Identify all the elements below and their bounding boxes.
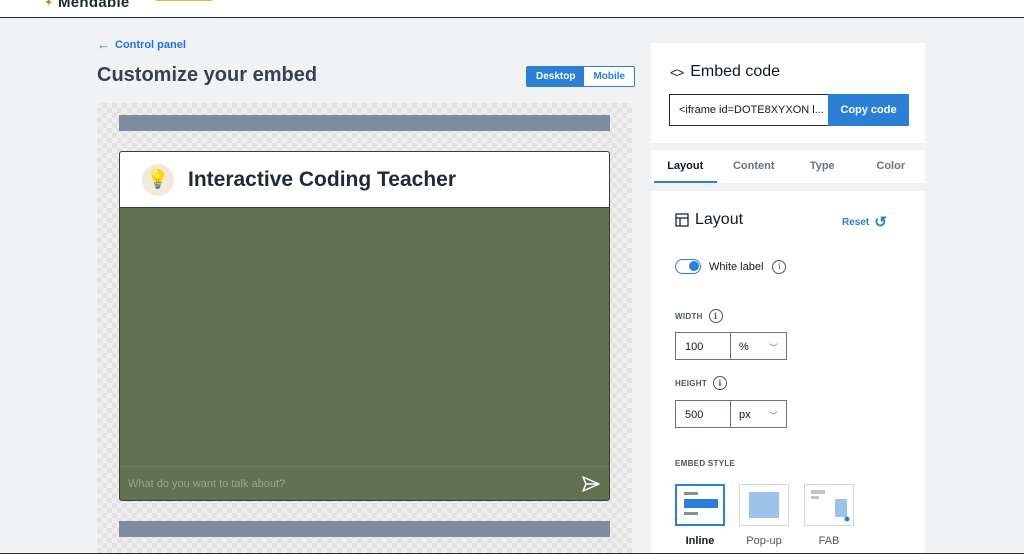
- info-icon[interactable]: i: [713, 376, 728, 390]
- chevron-down-icon: ﹀: [768, 343, 778, 353]
- chat-input-placeholder[interactable]: What do you want to talk about?: [128, 478, 581, 490]
- chevron-down-icon: ﹀: [768, 411, 778, 421]
- send-icon[interactable]: [581, 474, 601, 494]
- chat-header: 💡 Interactive Coding Teacher: [120, 152, 609, 208]
- brand-name[interactable]: Mendable: [58, 0, 130, 11]
- lightbulb-avatar-icon: 💡: [142, 163, 174, 196]
- embed-style-inline-option[interactable]: [675, 484, 725, 526]
- embed-style-popup-option[interactable]: [739, 484, 789, 526]
- chat-title: Interactive Coding Teacher: [188, 167, 457, 191]
- height-unit-value: px: [739, 409, 751, 421]
- height-unit-select[interactable]: px ﹀: [731, 401, 786, 427]
- width-value-input[interactable]: 100: [676, 333, 731, 359]
- tab-color[interactable]: Color: [857, 150, 926, 183]
- reset-label: Reset: [842, 216, 870, 228]
- layout-settings-card: Layout Reset ↺ White label i WIDTH i 100…: [651, 191, 925, 554]
- copy-code-button[interactable]: Copy code: [828, 94, 909, 126]
- white-label-toggle[interactable]: [675, 259, 701, 274]
- height-label: HEIGHT i: [675, 376, 728, 390]
- height-value-input[interactable]: 500: [676, 401, 731, 427]
- fab-caption: FAB: [818, 535, 840, 547]
- width-input-group: 100 % ﹀: [675, 332, 787, 360]
- tab-type[interactable]: Type: [788, 150, 857, 183]
- embed-code-card: <> Embed code <iframe id=DOTE8XYXON l...…: [651, 43, 925, 143]
- layout-icon: [675, 213, 689, 227]
- fab-style-icon: [811, 490, 850, 522]
- back-to-control-panel-link[interactable]: ← Control panel: [97, 37, 186, 52]
- height-label-text: HEIGHT: [675, 378, 708, 388]
- page-title: Customize your embed: [97, 64, 318, 86]
- device-toggle: Desktop Mobile: [526, 66, 636, 87]
- width-label-text: WIDTH: [675, 311, 703, 321]
- width-unit-value: %: [739, 341, 749, 353]
- mobile-button[interactable]: Mobile: [584, 67, 635, 86]
- height-input-group: 500 px ﹀: [675, 400, 787, 428]
- chat-input-row[interactable]: What do you want to talk about?: [120, 466, 609, 500]
- brand-logo-icon: ✦: [44, 0, 54, 9]
- chat-widget-preview: 💡 Interactive Coding Teacher What do you…: [119, 151, 610, 501]
- white-label-row: White label i: [675, 259, 787, 274]
- code-brackets-icon: <>: [670, 64, 684, 80]
- layout-title: Layout: [695, 211, 744, 228]
- info-icon[interactable]: i: [708, 309, 723, 323]
- popup-caption: Pop-up: [746, 535, 782, 547]
- popup-style-icon: [749, 492, 779, 518]
- info-icon[interactable]: i: [772, 259, 787, 274]
- embed-style-label: EMBED STYLE: [675, 459, 736, 468]
- placeholder-bar-bottom: [119, 521, 610, 537]
- desktop-button[interactable]: Desktop: [527, 67, 585, 86]
- reset-rotate-icon: ↺: [874, 214, 887, 231]
- settings-tabs: Layout Content Type Color: [651, 150, 925, 183]
- arrow-left-icon: ←: [97, 37, 110, 52]
- top-bar: ✦ Mendable: [0, 0, 1024, 18]
- layout-heading: Layout: [675, 211, 743, 229]
- plan-badge[interactable]: [155, 0, 213, 1]
- embed-style-fab-option[interactable]: [804, 484, 854, 526]
- tab-layout[interactable]: Layout: [651, 150, 720, 183]
- width-label: WIDTH i: [675, 309, 723, 323]
- embed-code-field[interactable]: <iframe id=DOTE8XYXON l...: [669, 94, 829, 126]
- white-label-text: White label: [709, 260, 764, 273]
- settings-panel: <> Embed code <iframe id=DOTE8XYXON l...…: [651, 43, 925, 554]
- inline-style-icon: [684, 492, 718, 515]
- toggle-knob: [689, 261, 699, 271]
- inline-caption: Inline: [685, 535, 715, 547]
- embed-code-title: Embed code: [690, 63, 781, 80]
- width-unit-select[interactable]: % ﹀: [731, 333, 786, 359]
- embed-code-heading: <> Embed code: [670, 63, 780, 81]
- reset-button[interactable]: Reset ↺: [842, 213, 887, 231]
- embed-preview-area: 💡 Interactive Coding Teacher What do you…: [97, 103, 632, 554]
- tab-content[interactable]: Content: [720, 150, 789, 183]
- back-link-label: Control panel: [115, 38, 186, 51]
- placeholder-bar-top: [119, 115, 610, 131]
